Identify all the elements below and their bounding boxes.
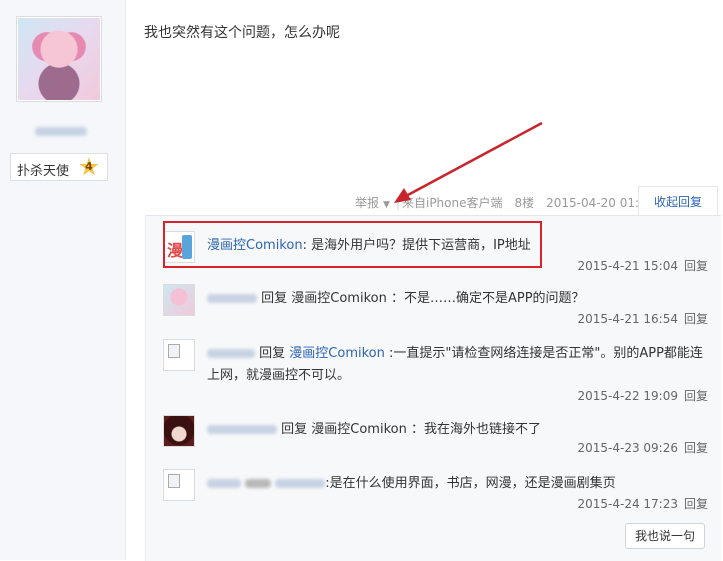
rank-level-star-icon: 4 <box>79 157 99 176</box>
author-avatar[interactable] <box>16 16 102 102</box>
say-something-button[interactable]: 我也说一句 <box>625 523 705 549</box>
reply-item: 回复 漫画控Comikon ：不是……确定不是APP的问题？ 2015-4-21… <box>163 284 708 334</box>
reply-timestamp: 2015-4-21 16:54 <box>577 312 678 326</box>
reply-username-blurred[interactable] <box>207 479 241 488</box>
reply-avatar[interactable] <box>163 415 195 447</box>
post-content: 我也突然有这个问题，怎么办呢 <box>144 25 340 41</box>
reply-avatar[interactable] <box>163 284 195 316</box>
reply-footer: 2015-4-24 17:23 回复 <box>577 495 708 512</box>
reply-username-blurred[interactable] <box>245 479 272 488</box>
post-source: 来自iPhone客户端 <box>401 196 503 210</box>
post-meta: 举报 ▼ | 来自iPhone客户端 8楼 2015-04-20 01:27 <box>355 194 656 211</box>
reply-username-blurred[interactable] <box>275 479 326 488</box>
user-avatar-image <box>164 285 194 315</box>
reply-content: 回复 漫画控Comikon ：我在海外也链接不了 <box>207 419 707 441</box>
reply-footer: 2015-4-21 16:54 回复 <box>577 310 708 327</box>
reply-word: 回复 <box>259 346 286 361</box>
reply-button[interactable]: 回复 <box>684 259 708 273</box>
reply-footer: 2015-4-21 15:04 回复 <box>577 257 708 274</box>
rank-badge[interactable]: 扑杀天使 4 <box>10 153 108 181</box>
reply-avatar[interactable] <box>163 469 195 501</box>
reply-username-blurred[interactable] <box>207 294 257 303</box>
reply-content: 回复 漫画控Comikon ：不是……确定不是APP的问题？ <box>207 288 707 310</box>
reply-button[interactable]: 回复 <box>684 312 708 326</box>
author-sidebar: 扑杀天使 4 <box>0 0 126 560</box>
chevron-down-icon[interactable]: ▼ <box>383 200 390 210</box>
reply-item: :是在什么使用界面，书店，网漫，还是漫画剧集页 2015-4-24 17:23 回… <box>163 469 708 519</box>
reply-timestamp: 2015-4-22 19:09 <box>577 389 678 403</box>
reply-footer: 2015-4-23 09:26 回复 <box>577 439 708 456</box>
reply-text: :是在什么使用界面，书店，网漫，还是漫画剧集页 <box>325 476 616 491</box>
user-avatar-image <box>164 416 194 446</box>
broken-image-icon <box>164 340 194 370</box>
annotation-highlight-box <box>163 221 542 268</box>
reply-item: 回复 漫画控Comikon :一直提示"请检查网络连接是否正常"。别的APP都能… <box>163 339 708 409</box>
reply-item: 回复 漫画控Comikon ：我在海外也链接不了 2015-4-23 09:26… <box>163 415 708 465</box>
reply-mention[interactable]: 漫画控Comikon <box>289 346 385 361</box>
arrow-line <box>405 121 543 198</box>
reply-avatar[interactable] <box>163 339 195 371</box>
report-link[interactable]: 举报 <box>355 196 379 210</box>
reply-timestamp: 2015-4-21 15:04 <box>577 259 678 273</box>
reply-timestamp: 2015-4-23 09:26 <box>577 441 678 455</box>
reply-button[interactable]: 回复 <box>684 441 708 455</box>
meta-divider: | <box>395 196 400 210</box>
reply-footer: 2015-4-22 19:09 回复 <box>577 387 708 404</box>
broken-image-icon <box>164 470 194 500</box>
rank-label: 扑杀天使 <box>17 164 70 179</box>
author-username-blurred[interactable] <box>35 127 87 136</box>
reply-content: :是在什么使用界面，书店，网漫，还是漫画剧集页 <box>207 473 707 495</box>
reply-button[interactable]: 回复 <box>684 389 708 403</box>
reply-content: 回复 漫画控Comikon :一直提示"请检查网络连接是否正常"。别的APP都能… <box>207 343 707 387</box>
post-floor: 8楼 <box>514 196 535 210</box>
reply-text: 回复 漫画控Comikon ：我在海外也链接不了 <box>281 422 541 437</box>
reply-username-blurred[interactable] <box>207 425 277 434</box>
reply-timestamp: 2015-4-24 17:23 <box>577 497 678 511</box>
reply-username-blurred[interactable] <box>207 349 255 358</box>
collapse-replies-button[interactable]: 收起回复 <box>638 186 718 216</box>
reply-button[interactable]: 回复 <box>684 497 708 511</box>
author-avatar-image <box>18 18 100 100</box>
reply-text: 回复 漫画控Comikon ：不是……确定不是APP的问题？ <box>261 291 585 306</box>
